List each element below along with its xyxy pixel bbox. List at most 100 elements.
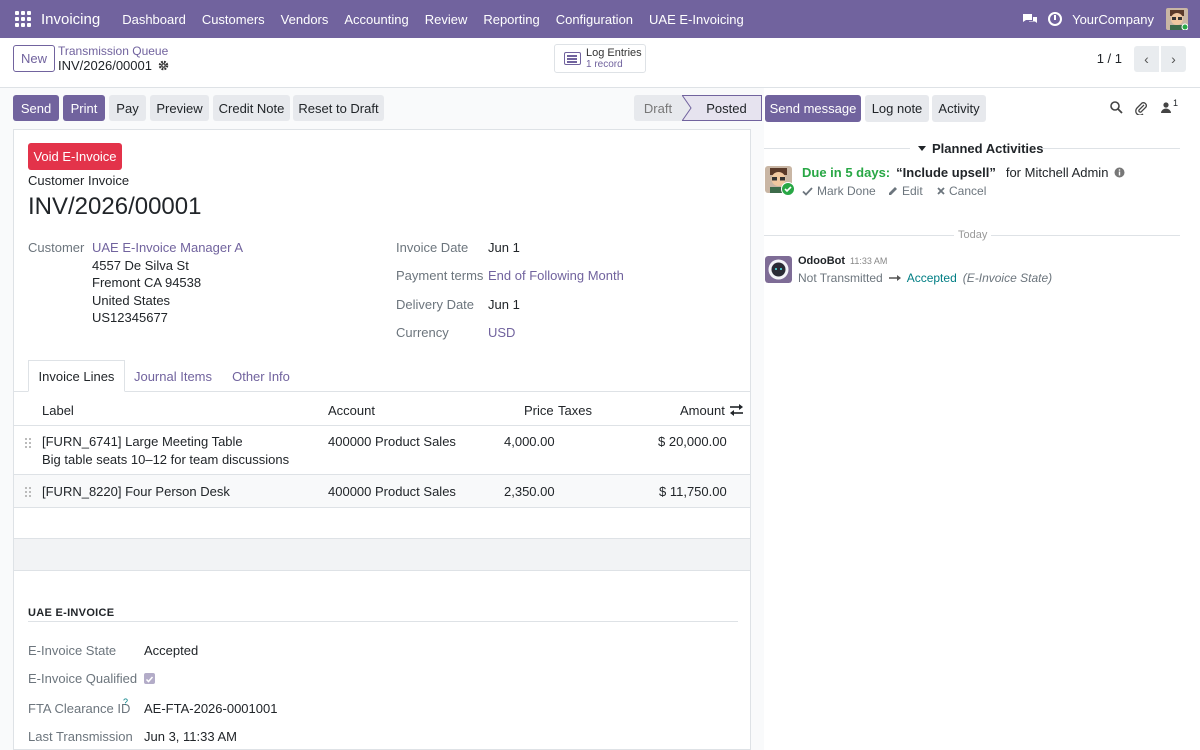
line-amount: $ 20,000.00 bbox=[658, 434, 727, 449]
activity-button[interactable]: Activity bbox=[932, 95, 986, 122]
line-amount: $ 11,750.00 bbox=[659, 484, 727, 499]
notebook-tabs: Invoice Lines Journal Items Other Info bbox=[14, 360, 750, 392]
table-row[interactable]: [FURN_6741] Large Meeting Table Big tabl… bbox=[14, 426, 750, 475]
control-panel: New Transmission Queue INV/2026/00001 Lo… bbox=[0, 38, 1200, 88]
invoice-date-label: Invoice Date bbox=[396, 240, 469, 255]
divider bbox=[764, 148, 910, 149]
divider bbox=[1040, 148, 1180, 149]
table-row[interactable]: [FURN_8220] Four Person Desk 400000 Prod… bbox=[14, 475, 750, 508]
invoice-date-field[interactable]: Jun 1 bbox=[488, 240, 520, 255]
e-invoice-state-label: E-Invoice State bbox=[28, 643, 117, 658]
send-button[interactable]: Send bbox=[13, 95, 59, 121]
reset-to-draft-button[interactable]: Reset to Draft bbox=[293, 95, 384, 121]
nav-reporting[interactable]: Reporting bbox=[483, 12, 539, 27]
clock-icon[interactable] bbox=[1048, 12, 1063, 26]
column-label[interactable]: Label bbox=[42, 403, 74, 418]
e-invoice-qualified-checkbox bbox=[144, 673, 155, 684]
message-body: Not Transmitted Accepted (E-Invoice Stat… bbox=[798, 271, 1052, 285]
nav-vendors[interactable]: Vendors bbox=[281, 12, 329, 27]
check-circle-icon bbox=[781, 182, 795, 196]
caret-down-icon bbox=[918, 146, 926, 151]
column-taxes[interactable]: Taxes bbox=[558, 403, 592, 418]
mark-done-button[interactable]: Mark Done bbox=[802, 184, 876, 198]
nav-review[interactable]: Review bbox=[425, 12, 468, 27]
log-entries-button[interactable]: Log Entries 1 record bbox=[554, 44, 646, 73]
send-message-button[interactable]: Send message bbox=[765, 95, 861, 122]
address-line: US12345677 bbox=[92, 310, 168, 325]
message-author: OdooBot bbox=[798, 255, 846, 267]
planned-activities-toggle[interactable]: Planned Activities bbox=[918, 141, 1044, 156]
address-line: 4557 De Silva St bbox=[92, 258, 189, 273]
tab-invoice-lines[interactable]: Invoice Lines bbox=[28, 360, 125, 392]
pager-value[interactable]: 1 / 1 bbox=[1097, 51, 1122, 66]
drag-handle-icon[interactable] bbox=[25, 487, 33, 497]
company-switcher[interactable]: YourCompany bbox=[1072, 12, 1154, 27]
optional-columns-icon[interactable] bbox=[730, 404, 743, 416]
user-avatar[interactable] bbox=[1166, 8, 1189, 31]
payment-terms-field[interactable]: End of Following Month bbox=[488, 268, 624, 283]
tab-journal-items[interactable]: Journal Items bbox=[128, 360, 218, 392]
pager-previous-button[interactable]: ‹ bbox=[1134, 46, 1159, 72]
search-icon[interactable] bbox=[1110, 101, 1123, 114]
chevron-right-icon: › bbox=[1171, 51, 1176, 67]
column-amount[interactable]: Amount bbox=[680, 403, 725, 418]
breadcrumb-transmission-queue[interactable]: Transmission Queue bbox=[58, 44, 168, 58]
preview-button[interactable]: Preview bbox=[150, 95, 209, 121]
chat-icon[interactable] bbox=[1022, 13, 1038, 26]
line-description: Big table seats 10–12 for team discussio… bbox=[42, 452, 290, 467]
odoobot-avatar bbox=[765, 256, 792, 283]
credit-note-button[interactable]: Credit Note bbox=[213, 95, 290, 121]
log-list-icon bbox=[564, 52, 581, 65]
gear-icon[interactable] bbox=[158, 60, 169, 71]
pager-next-button[interactable]: › bbox=[1161, 46, 1186, 72]
activity-due: Due in 5 days: bbox=[802, 165, 891, 180]
status-posted[interactable]: Posted bbox=[692, 95, 762, 121]
currency-field[interactable]: USD bbox=[488, 325, 515, 340]
void-e-invoice-button[interactable]: Void E-Invoice bbox=[28, 143, 122, 170]
currency-label: Currency bbox=[396, 325, 449, 340]
new-button[interactable]: New bbox=[13, 45, 55, 72]
status-bar: Draft Posted bbox=[634, 95, 762, 121]
nav-accounting[interactable]: Accounting bbox=[344, 12, 408, 27]
invoice-number: INV/2026/00001 bbox=[28, 193, 202, 220]
message-time: 11:33 AM bbox=[850, 256, 888, 266]
print-button[interactable]: Print bbox=[63, 95, 105, 121]
customer-link[interactable]: UAE E-Invoice Manager A bbox=[92, 240, 243, 255]
followers-icon[interactable] bbox=[1161, 102, 1171, 113]
followers-count: 1 bbox=[1173, 98, 1179, 108]
chevron-left-icon: ‹ bbox=[1144, 51, 1149, 67]
column-account[interactable]: Account bbox=[328, 403, 375, 418]
empty-table-row[interactable] bbox=[14, 508, 750, 539]
delivery-date-field[interactable]: Jun 1 bbox=[488, 297, 520, 312]
form-sheet: Void E-Invoice Customer Invoice INV/2026… bbox=[13, 129, 751, 750]
last-transmission-value: Jun 3, 11:33 AM bbox=[144, 729, 237, 744]
e-invoice-qualified-label: E-Invoice Qualified bbox=[28, 671, 138, 686]
edit-activity-button[interactable]: Edit bbox=[888, 184, 923, 198]
lines-table-header: Label Account Price Taxes Amount bbox=[14, 393, 750, 426]
activity-assignee: for Mitchell Admin bbox=[1005, 165, 1109, 180]
apps-menu-icon[interactable] bbox=[15, 11, 31, 27]
log-note-button[interactable]: Log note bbox=[865, 95, 929, 122]
uae-section-title: UAE E-INVOICE bbox=[28, 607, 115, 619]
last-transmission-label: Last Transmission bbox=[28, 729, 133, 744]
pay-button[interactable]: Pay bbox=[109, 95, 146, 121]
paperclip-icon[interactable] bbox=[1135, 101, 1148, 115]
nav-customers[interactable]: Customers bbox=[202, 12, 265, 27]
cancel-activity-button[interactable]: Cancel bbox=[937, 184, 986, 198]
column-price[interactable]: Price bbox=[524, 403, 554, 418]
help-tooltip-icon[interactable]: ? bbox=[123, 697, 128, 707]
nav-dashboard[interactable]: Dashboard bbox=[122, 12, 186, 27]
status-draft[interactable]: Draft bbox=[634, 95, 682, 121]
nav-configuration[interactable]: Configuration bbox=[556, 12, 633, 27]
nav-uae-e-invoicing[interactable]: UAE E-Invoicing bbox=[649, 12, 744, 27]
tracking-field-name: (E-Invoice State) bbox=[962, 271, 1053, 285]
line-account: 400000 Product Sales bbox=[328, 484, 456, 499]
drag-handle-icon[interactable] bbox=[25, 438, 33, 448]
app-name[interactable]: Invoicing bbox=[41, 11, 100, 28]
date-separator-label: Today bbox=[954, 229, 992, 241]
delivery-date-label: Delivery Date bbox=[396, 297, 475, 312]
tab-other-info[interactable]: Other Info bbox=[222, 360, 300, 392]
info-icon[interactable] bbox=[1114, 167, 1125, 178]
empty-table-row[interactable] bbox=[14, 539, 750, 571]
check-icon bbox=[802, 186, 813, 196]
